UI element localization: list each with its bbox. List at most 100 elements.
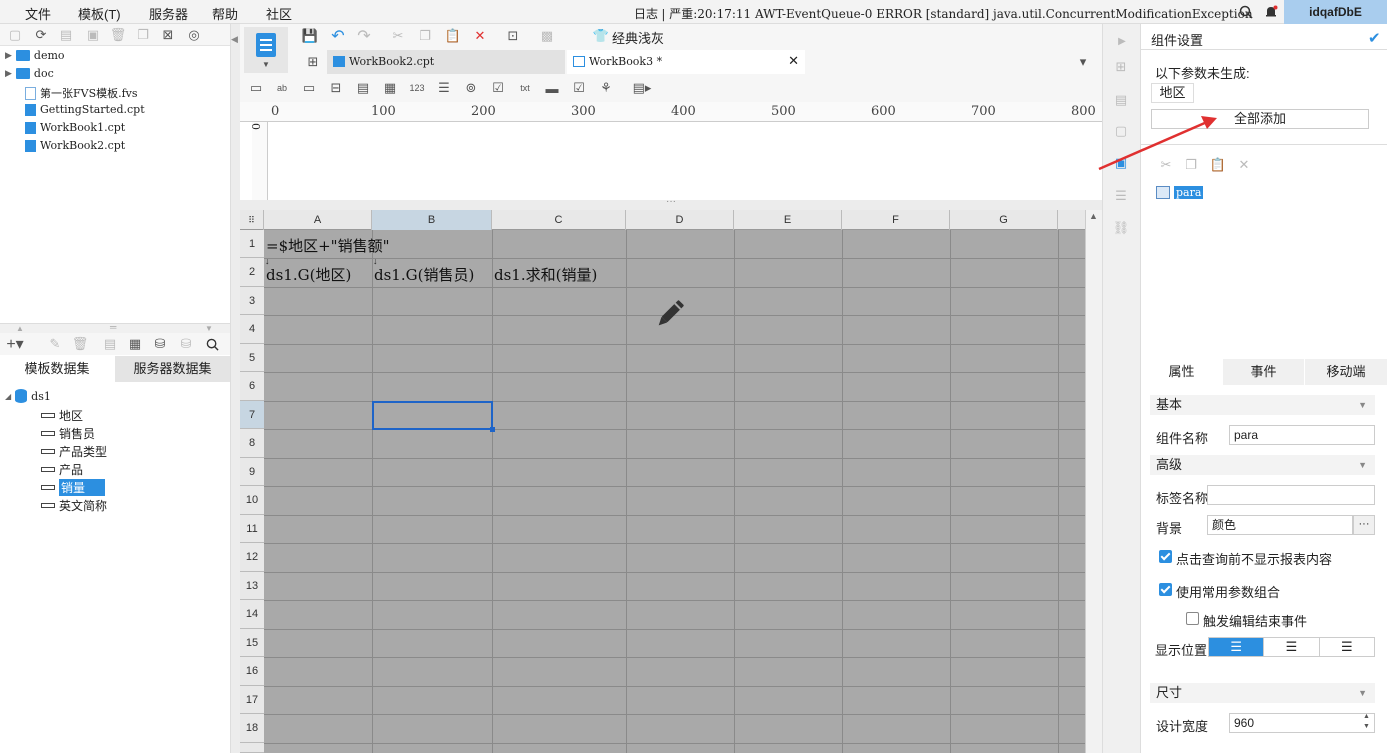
link-icon[interactable]: ⛓ [1112, 219, 1130, 237]
column-header-cell[interactable]: B [372, 210, 492, 230]
expand-arrow-icon[interactable]: ◢ [5, 392, 11, 401]
left-splitter[interactable]: ◀ [230, 24, 240, 753]
cell-A2[interactable]: ds1.G(地区) [266, 264, 351, 285]
copy-icon[interactable]: ❐ [416, 27, 434, 45]
edit-icon[interactable]: ✎ [46, 335, 64, 353]
select-all-icon[interactable]: ⠿ [240, 210, 264, 230]
row-header[interactable]: 6 [240, 372, 264, 401]
date-widget-icon[interactable]: ▦ [381, 79, 399, 97]
stepper-icon[interactable]: ▲ ▼ [1363, 712, 1370, 732]
no-content-before-query-checkbox[interactable] [1159, 550, 1172, 563]
vertical-scrollbar[interactable]: ▲ [1085, 210, 1102, 753]
text-widget-icon[interactable]: ab [273, 79, 291, 97]
field-item[interactable]: 产品类型 [41, 443, 107, 460]
redo-icon[interactable]: ↷ [355, 27, 373, 45]
cut-icon[interactable]: ✂ [389, 27, 407, 45]
tab-template-dataset[interactable]: 模板数据集 [0, 356, 114, 382]
search-icon[interactable] [203, 335, 221, 353]
more-widgets-icon[interactable]: ▤▸ [633, 79, 652, 97]
row-header[interactable]: 5 [240, 344, 264, 372]
field-item[interactable]: 英文简称 [41, 497, 107, 514]
theme-icon[interactable]: 👕 [592, 27, 610, 45]
fill-handle[interactable] [490, 427, 495, 432]
field-item[interactable]: 地区 [41, 407, 83, 424]
row-header[interactable]: 8 [240, 429, 264, 458]
field-item-selected[interactable]: 销量 [41, 479, 106, 496]
column-header-cell[interactable]: G [950, 210, 1058, 230]
paste-icon[interactable]: 📋 [444, 27, 462, 45]
trash-icon[interactable]: ⊠ [159, 26, 177, 44]
refresh-icon[interactable]: ⟳ [32, 26, 50, 44]
column-header-cell[interactable]: A [264, 210, 372, 230]
collapse-up-icon[interactable]: ▲ [16, 324, 24, 333]
menu-file[interactable]: 文件 [25, 4, 51, 23]
cell-C2[interactable]: ds1.求和(销量) [494, 264, 597, 285]
notification-bell-icon[interactable] [1262, 3, 1280, 21]
row-header[interactable]: 16 [240, 657, 264, 686]
expand-arrow-icon[interactable]: ▶ [5, 50, 12, 61]
row-header[interactable]: 17 [240, 686, 264, 714]
delete-icon[interactable]: 🗑 [71, 335, 89, 353]
cell-attr-icon[interactable]: ▤ [1112, 91, 1130, 109]
locate-icon[interactable]: ◎ [185, 26, 203, 44]
row-header[interactable]: 3 [240, 287, 264, 315]
new-folder-icon[interactable]: ▢ [6, 26, 24, 44]
menu-help[interactable]: 帮助 [212, 4, 238, 23]
column-header-cell[interactable] [1058, 210, 1085, 230]
align-left-icon[interactable]: ☰ [1209, 638, 1264, 656]
template-menu-button[interactable]: ▼ [244, 27, 288, 73]
collapse-left-icon[interactable]: ◀ [231, 34, 238, 45]
checkbox-group-icon[interactable]: ☑ [489, 79, 507, 97]
cell-A1[interactable]: =$地区+"销售额" [266, 235, 389, 256]
section-size[interactable]: 尺寸 ▼ [1150, 683, 1375, 703]
row-header[interactable]: 2 [240, 258, 264, 287]
menu-template[interactable]: 模板(T) [78, 4, 121, 23]
radio-group-icon[interactable]: ⊚ [462, 79, 480, 97]
collapse-down-icon[interactable]: ▼ [205, 324, 213, 333]
copy-icon[interactable]: ❐ [134, 26, 152, 44]
row-header[interactable] [240, 743, 264, 753]
align-right-icon[interactable]: ☰ [1318, 638, 1374, 656]
search-icon[interactable] [1237, 3, 1255, 21]
spreadsheet-grid[interactable] [240, 210, 1085, 753]
tab-events[interactable]: 事件 [1223, 359, 1305, 385]
text-area-icon[interactable]: txt [516, 79, 534, 97]
widget-name-field[interactable]: para [1229, 425, 1375, 445]
design-width-field[interactable]: 960 [1229, 713, 1375, 733]
tree-item-fvs[interactable]: 第一张FVS模板.fvs [25, 85, 138, 101]
dataset-root[interactable]: ◢ ds1 [5, 389, 51, 403]
expand-right-icon[interactable]: ▶ [1113, 32, 1131, 50]
delete-icon[interactable]: ✕ [471, 27, 489, 45]
delete-icon[interactable]: 🗑 [109, 26, 127, 44]
column-header-cell[interactable]: D [626, 210, 734, 230]
column-header-cell[interactable]: E [734, 210, 842, 230]
button-widget-icon[interactable]: ▭ [300, 79, 318, 97]
checkbox-widget-icon[interactable]: ☑ [570, 79, 588, 97]
save-icon[interactable]: 💾 [301, 27, 319, 45]
delete-icon[interactable]: ✕ [1235, 156, 1253, 174]
tree-item-doc[interactable]: ▶ doc [5, 67, 54, 80]
tree-item-demo[interactable]: ▶ demo [5, 49, 65, 62]
trigger-edit-end-checkbox[interactable] [1186, 612, 1199, 625]
menu-server[interactable]: 服务器 [149, 4, 188, 23]
drag-handle-icon[interactable]: ··· [666, 196, 676, 207]
tab-properties[interactable]: 属性 [1141, 359, 1223, 385]
widget-tree-item[interactable]: para [1156, 186, 1204, 199]
scroll-up-icon[interactable]: ▲ [1089, 211, 1098, 221]
undo-icon[interactable]: ↶ [329, 27, 347, 45]
close-tab-icon[interactable]: ✕ [788, 50, 799, 74]
cell-B2[interactable]: ds1.G(销售员) [374, 264, 474, 285]
textarea-widget-icon[interactable]: ☰ [435, 79, 453, 97]
tab-mobile[interactable]: 移动端 [1305, 359, 1387, 385]
row-header[interactable]: 13 [240, 572, 264, 600]
drag-handle-icon[interactable]: ═ [110, 322, 116, 332]
row-header[interactable]: 7 [240, 401, 264, 429]
tab-server-dataset[interactable]: 服务器数据集 [115, 356, 230, 382]
column-header-cell[interactable]: C [492, 210, 626, 230]
pin-icon[interactable]: ✔ [1368, 29, 1381, 47]
row-header[interactable]: 10 [240, 486, 264, 515]
section-basic[interactable]: 基本 ▼ [1150, 395, 1375, 415]
row-header[interactable]: 1 [240, 230, 264, 258]
align-center-icon[interactable]: ☰ [1263, 638, 1318, 656]
parameter-pane[interactable] [269, 122, 1102, 200]
